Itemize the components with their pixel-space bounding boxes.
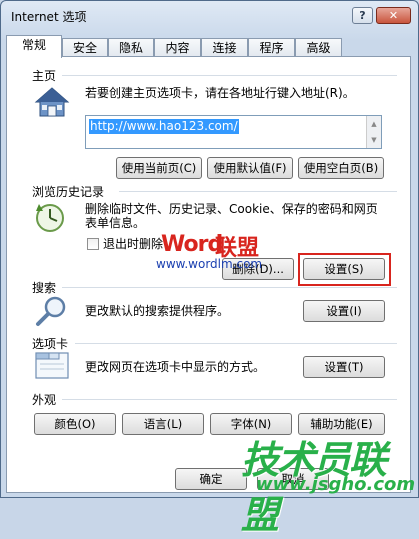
window-title: Internet 选项 xyxy=(11,10,87,24)
homepage-url-text: http://www.hao123.com/ xyxy=(89,119,239,134)
colors-button[interactable]: 颜色(O) xyxy=(34,413,116,435)
jsgho-url: www.jsgho.com xyxy=(256,474,416,495)
delete-on-exit-label: 退出时删除 xyxy=(103,237,164,251)
homepage-url-field[interactable]: http://www.hao123.com/ ▲ ▼ xyxy=(85,115,382,149)
house-icon xyxy=(34,85,70,119)
tab-programs[interactable]: 程序 xyxy=(248,38,295,57)
search-settings-button[interactable]: 设置(I) xyxy=(303,300,385,322)
close-button[interactable]: ✕ xyxy=(376,7,411,24)
tab-content[interactable]: 内容 xyxy=(154,38,201,57)
tabs-settings-button[interactable]: 设置(T) xyxy=(303,356,385,378)
tabs-divider xyxy=(75,343,397,344)
highlight-box xyxy=(298,253,391,286)
languages-button[interactable]: 语言(L) xyxy=(122,413,204,435)
magnifier-icon xyxy=(34,295,68,327)
wordlm-logo: Word xyxy=(161,232,223,257)
appearance-section-title: 外观 xyxy=(32,393,57,407)
homepage-section-title: 主页 xyxy=(32,69,57,83)
wordlm-url: www.wordlm.com xyxy=(156,257,263,271)
homepage-divider xyxy=(62,75,397,76)
search-description: 更改默认的搜索提供程序。 xyxy=(85,304,230,318)
history-clock-icon xyxy=(34,201,68,235)
appearance-divider xyxy=(62,399,397,400)
internet-options-window: Internet 选项 ? ✕ 常规 安全 隐私 内容 连接 程序 高级 主页 … xyxy=(0,0,419,537)
tabs-description: 更改网页在选项卡中显示的方式。 xyxy=(85,360,266,374)
tab-advanced[interactable]: 高级 xyxy=(295,38,342,57)
use-blank-button[interactable]: 使用空白页(B) xyxy=(298,157,384,179)
history-divider xyxy=(119,191,397,192)
delete-on-exit-checkbox[interactable] xyxy=(87,238,99,250)
tabs-window-icon xyxy=(34,350,70,380)
help-button[interactable]: ? xyxy=(352,7,373,24)
tab-general[interactable]: 常规 xyxy=(6,35,62,58)
tab-security[interactable]: 安全 xyxy=(62,38,108,57)
title-bar[interactable]: Internet 选项 ? ✕ xyxy=(1,1,418,31)
tab-connections[interactable]: 连接 xyxy=(201,38,248,57)
search-section-title: 搜索 xyxy=(32,281,57,295)
history-section-title: 浏览历史记录 xyxy=(32,185,105,199)
url-scrollbar[interactable]: ▲ ▼ xyxy=(366,116,381,148)
use-current-button[interactable]: 使用当前页(C) xyxy=(116,157,202,179)
homepage-description: 若要创建主页选项卡，请在各地址行键入地址(R)。 xyxy=(85,86,355,100)
history-description-line1: 删除临时文件、历史记录、Cookie、保存的密码和网页 xyxy=(85,202,378,216)
use-default-button[interactable]: 使用默认值(F) xyxy=(207,157,293,179)
search-divider xyxy=(62,287,397,288)
general-tab-panel: 主页 若要创建主页选项卡，请在各地址行键入地址(R)。 http://www.h… xyxy=(6,56,411,493)
tab-privacy[interactable]: 隐私 xyxy=(108,38,154,57)
ok-button[interactable]: 确定 xyxy=(175,468,247,490)
history-description-line2: 表单信息。 xyxy=(85,216,146,230)
